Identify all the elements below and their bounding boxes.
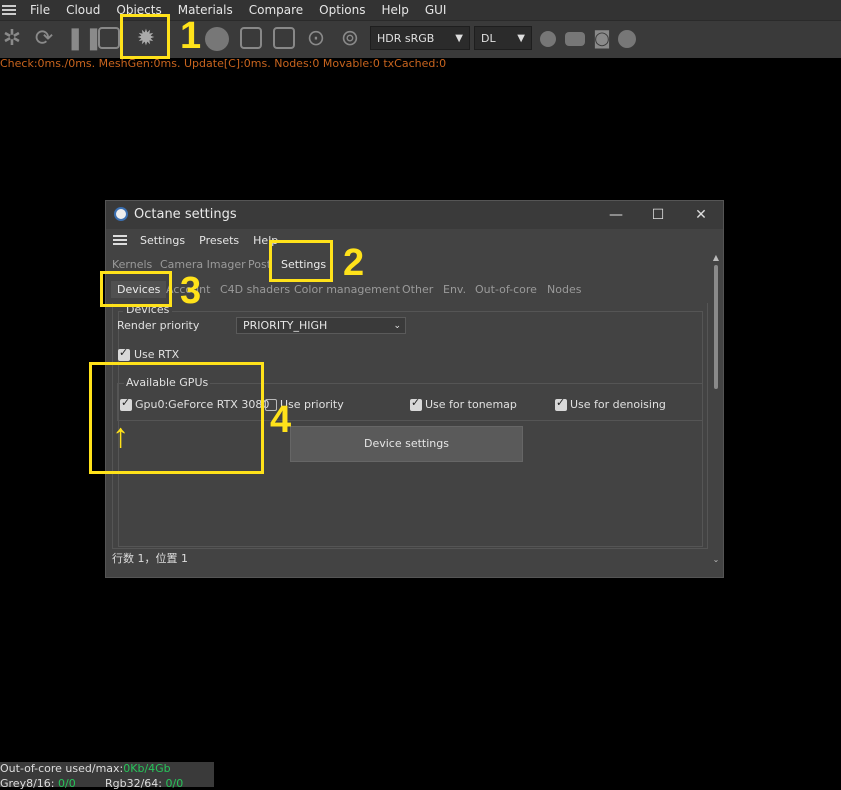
hamburger-menu-icon[interactable] bbox=[113, 235, 127, 245]
scroll-down-icon[interactable]: ⌄ bbox=[711, 555, 721, 564]
use-for-tonemap-checkbox[interactable] bbox=[410, 396, 422, 411]
tab-kernels[interactable]: Kernels bbox=[112, 258, 152, 271]
grey-texture-stat: Grey8/16: 0/0 bbox=[0, 777, 76, 790]
use-for-denoising-checkbox[interactable] bbox=[555, 396, 567, 411]
tab-camera-imager[interactable]: Camera Imager bbox=[160, 258, 246, 271]
aperture-icon[interactable]: ✲ bbox=[0, 27, 24, 51]
c4d-logo-icon bbox=[114, 207, 128, 221]
render-status-text: Check:0ms./0ms. MeshGen:0ms. Update[C]:0… bbox=[0, 57, 447, 70]
highlight-box-1 bbox=[120, 14, 170, 59]
add-icon[interactable] bbox=[240, 27, 262, 49]
camera-icon[interactable]: ◙ bbox=[590, 27, 614, 51]
material-ball-icon[interactable] bbox=[205, 27, 229, 51]
dialog-menubar: Settings Presets Help bbox=[106, 229, 723, 251]
frame-icon[interactable] bbox=[565, 32, 585, 46]
tab-post[interactable]: Post bbox=[248, 258, 271, 271]
refresh-icon[interactable]: ⟳ bbox=[32, 27, 56, 51]
menu-gui[interactable]: GUI bbox=[417, 3, 455, 17]
out-of-core-stat: Out-of-core used/max:0Kb/4Gb bbox=[0, 762, 171, 775]
dialog-titlebar[interactable]: Octane settings — ☐ ✕ bbox=[106, 201, 723, 229]
highlight-box-3 bbox=[100, 271, 172, 307]
rgb-texture-stat: Rgb32/64: 0/0 bbox=[105, 777, 184, 790]
scroll-up-icon[interactable]: ▲ bbox=[711, 253, 721, 262]
close-icon[interactable]: ✕ bbox=[690, 205, 712, 225]
render-priority-label: Render priority bbox=[117, 319, 200, 332]
tab-color-management[interactable]: Color management bbox=[294, 283, 400, 296]
use-rtx-label: Use RTX bbox=[134, 348, 180, 361]
dialog-scrollbar[interactable]: ▲ ⌄ bbox=[711, 253, 721, 569]
use-for-tonemap-label: Use for tonemap bbox=[425, 398, 517, 411]
tab-other[interactable]: Other bbox=[402, 283, 433, 296]
device-settings-button[interactable]: Device settings bbox=[290, 426, 523, 462]
hamburger-menu-icon[interactable] bbox=[2, 5, 16, 15]
tab-c4d-shaders[interactable]: C4D shaders bbox=[220, 283, 290, 296]
chevron-down-icon: ▼ bbox=[455, 33, 463, 44]
crop-icon[interactable] bbox=[273, 27, 295, 49]
region-render-icon[interactable] bbox=[98, 27, 120, 49]
maximize-icon[interactable]: ☐ bbox=[647, 205, 669, 225]
highlight-box-2 bbox=[269, 240, 333, 282]
memory-stats-panel: Out-of-core used/max:0Kb/4Gb Grey8/16: 0… bbox=[0, 762, 214, 790]
tab-nodes[interactable]: Nodes bbox=[547, 283, 581, 296]
menu-file[interactable]: File bbox=[22, 3, 58, 17]
chevron-down-icon: ▼ bbox=[517, 33, 525, 44]
focus-pin-icon[interactable]: ⊙ bbox=[304, 27, 328, 51]
annotation-number-2: 2 bbox=[343, 242, 365, 284]
color-space-select[interactable]: HDR sRGB ▼ bbox=[370, 26, 470, 50]
lock-icon[interactable] bbox=[540, 31, 556, 47]
render-priority-dropdown[interactable]: PRIORITY_HIGH ⌄ bbox=[236, 317, 406, 334]
menu-options[interactable]: Options bbox=[311, 3, 373, 17]
scrollbar-thumb[interactable] bbox=[714, 265, 718, 389]
chevron-down-icon: ⌄ bbox=[393, 321, 401, 331]
menu-help[interactable]: Help bbox=[373, 3, 416, 17]
tab-env[interactable]: Env. bbox=[443, 283, 466, 296]
use-for-denoising-label: Use for denoising bbox=[570, 398, 666, 411]
dialog-status-text: 行数 1，位置 1 bbox=[112, 552, 188, 565]
annotation-number-1: 1 bbox=[180, 15, 202, 57]
dialog-title: Octane settings bbox=[134, 207, 237, 222]
sphere-icon[interactable] bbox=[618, 30, 636, 48]
pause-icon[interactable]: ❚❚ bbox=[66, 27, 103, 51]
tab-out-of-core[interactable]: Out-of-core bbox=[475, 283, 537, 296]
dialog-menu-presets[interactable]: Presets bbox=[192, 234, 246, 247]
dialog-menu-settings[interactable]: Settings bbox=[133, 234, 192, 247]
kernel-select[interactable]: DL ▼ bbox=[474, 26, 532, 50]
annotation-number-3: 3 bbox=[180, 270, 202, 312]
material-pin-icon[interactable]: ⊚ bbox=[338, 27, 362, 51]
annotation-number-4: 4 bbox=[270, 399, 292, 441]
use-rtx-checkbox[interactable] bbox=[118, 346, 130, 361]
menu-cloud[interactable]: Cloud bbox=[58, 3, 108, 17]
menu-compare[interactable]: Compare bbox=[241, 3, 311, 17]
minimize-icon[interactable]: — bbox=[605, 205, 627, 225]
annotation-arrow-up: ↑ bbox=[112, 417, 129, 455]
